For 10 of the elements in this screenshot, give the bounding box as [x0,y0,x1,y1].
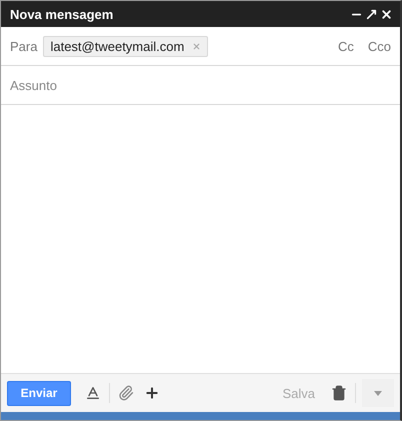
window-title: Nova mensagem [10,6,114,22]
send-button[interactable]: Enviar [7,380,71,406]
recipient-chip[interactable]: latest@tweetymail.com [43,36,208,56]
recipient-address: latest@tweetymail.com [50,38,184,54]
bcc-link[interactable]: Cco [368,38,391,54]
cc-link[interactable]: Cc [338,38,354,54]
expand-icon[interactable] [364,8,379,20]
saved-status: Salva [282,386,315,400]
caret-icon [374,390,382,396]
to-label: Para [10,38,38,54]
